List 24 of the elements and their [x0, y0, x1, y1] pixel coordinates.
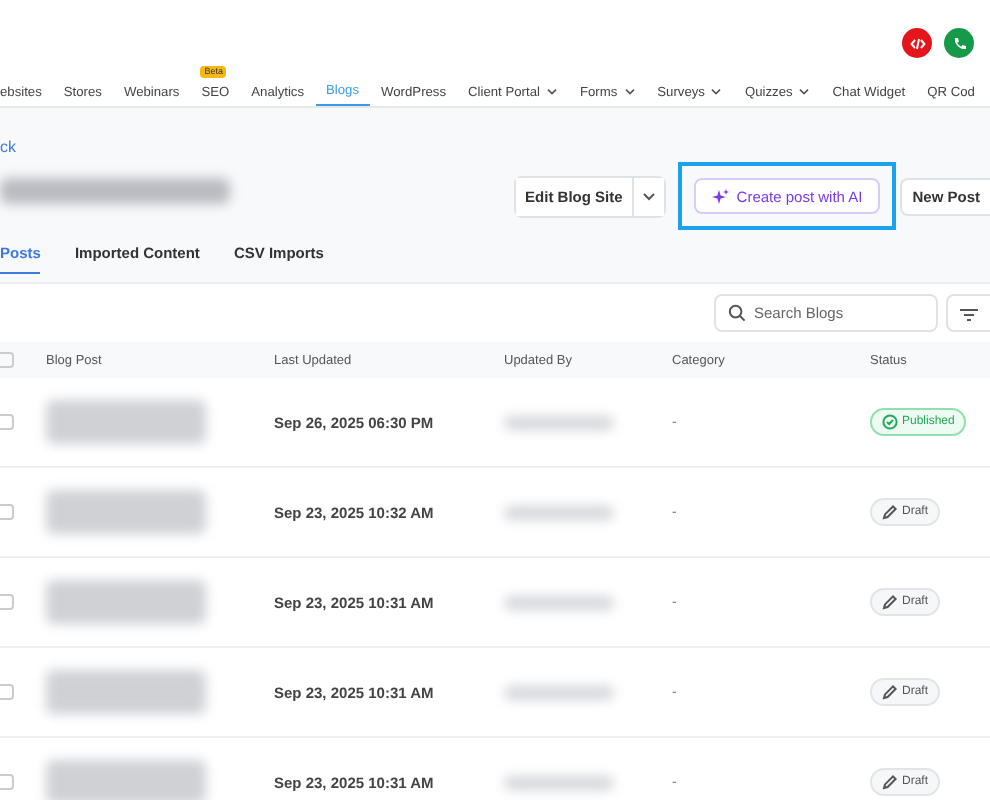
checkbox[interactable]: [0, 594, 14, 610]
redacted-text: [504, 505, 614, 519]
phone-icon[interactable]: [944, 28, 974, 58]
chevron-down-icon: [623, 88, 636, 96]
redacted-text: [504, 775, 614, 789]
dropdown-button[interactable]: [632, 177, 665, 215]
checkbox[interactable]: [0, 684, 14, 700]
chevron-down-icon: [710, 88, 723, 96]
code-icon[interactable]: [902, 28, 932, 58]
checkbox[interactable]: [0, 774, 14, 790]
redacted-text: [504, 685, 614, 699]
chevron-down-icon: [642, 191, 657, 201]
chevron-down-icon: [545, 88, 558, 96]
checkbox[interactable]: [0, 352, 14, 368]
search-icon: [728, 304, 746, 322]
checkbox[interactable]: [0, 504, 14, 520]
chevron-down-icon: [798, 88, 811, 96]
back-link[interactable]: ck: [0, 138, 990, 158]
filter-button[interactable]: [946, 294, 990, 332]
redacted-text: [504, 415, 614, 429]
redacted-text: [504, 595, 614, 609]
filter-icon: [960, 308, 978, 322]
checkbox[interactable]: [0, 414, 14, 430]
sparkle-icon: [712, 187, 731, 205]
